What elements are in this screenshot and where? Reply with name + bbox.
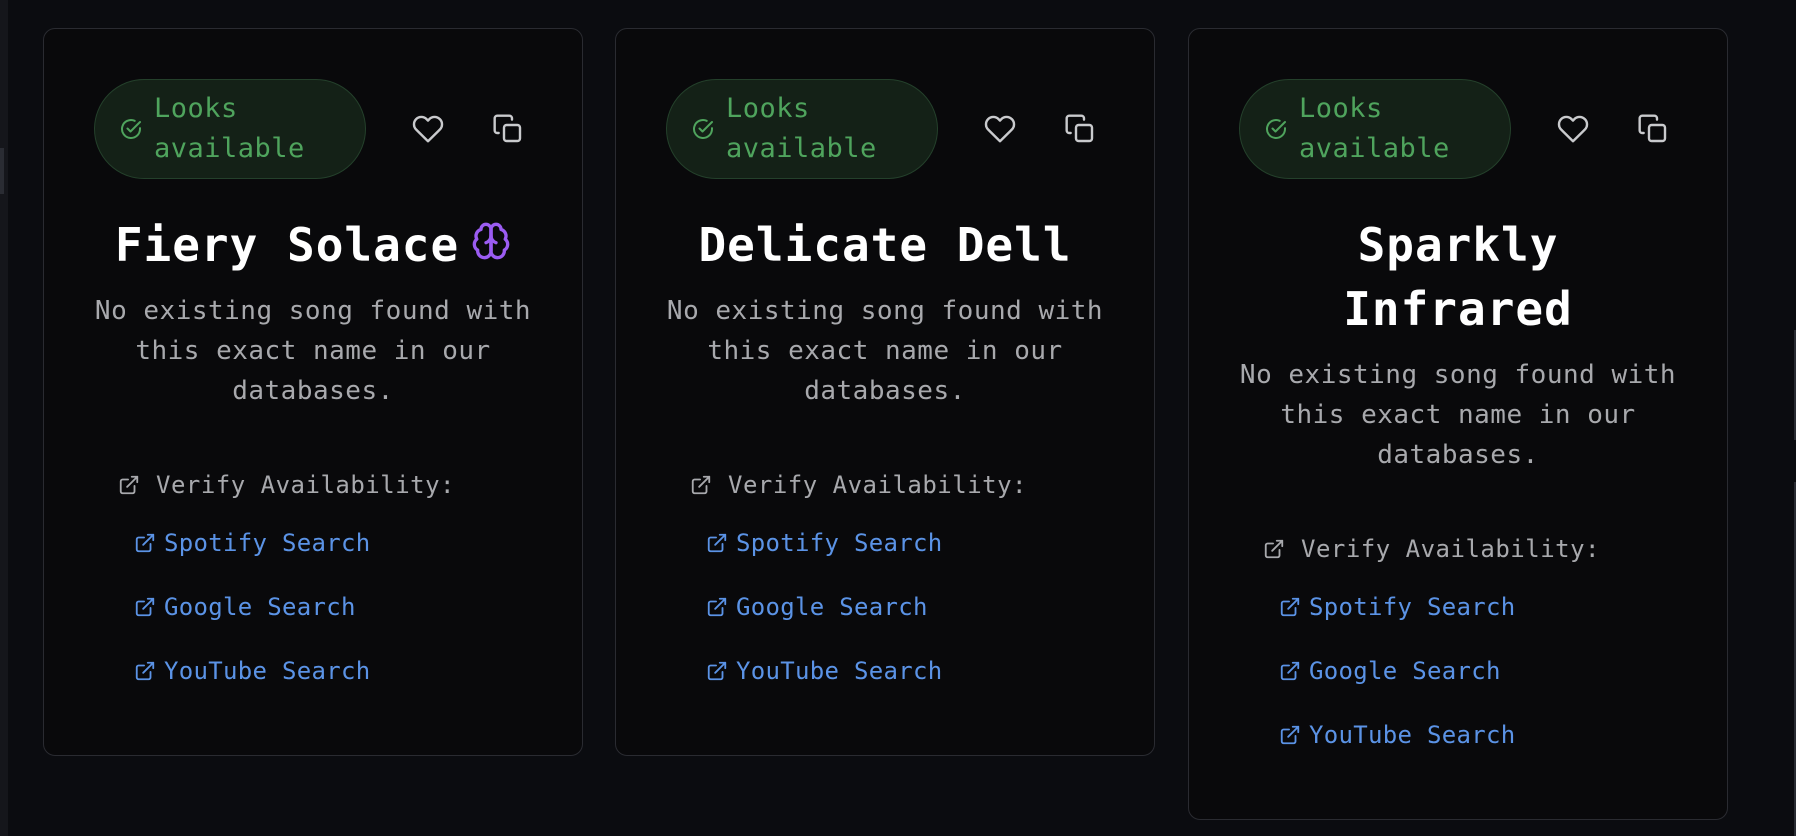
copy-icon (1064, 113, 1096, 145)
heart-icon (984, 113, 1016, 145)
external-link-icon (706, 596, 728, 618)
youtube-search-link[interactable]: YouTube Search (1279, 721, 1516, 749)
verify-availability-label: Verify Availability: (1263, 535, 1600, 563)
name-card: Looks available Fiery Solace No existing… (43, 28, 583, 756)
link-label: YouTube Search (736, 657, 943, 685)
search-result-description: No existing song found with this exact n… (1239, 360, 1677, 470)
external-link-icon (1279, 596, 1301, 618)
card-actions-row: Looks available (94, 79, 530, 179)
favorite-button[interactable] (1551, 107, 1595, 151)
verify-availability-label: Verify Availability: (690, 471, 1027, 499)
check-circle-icon (691, 117, 715, 141)
google-search-link[interactable]: Google Search (706, 593, 928, 621)
youtube-search-link[interactable]: YouTube Search (706, 657, 943, 685)
search-result-description: No existing song found with this exact n… (94, 296, 532, 406)
link-label: Spotify Search (736, 529, 943, 557)
link-label: Spotify Search (1309, 593, 1516, 621)
spotify-search-link[interactable]: Spotify Search (1279, 593, 1516, 621)
link-label: Google Search (1309, 657, 1501, 685)
verify-label-text: Verify Availability: (1301, 535, 1600, 563)
availability-status: Looks available (1299, 93, 1450, 164)
external-link-icon (134, 660, 156, 682)
google-search-link[interactable]: Google Search (134, 593, 356, 621)
song-name-title: Sparkly Infrared (1309, 213, 1607, 341)
name-card: Looks available Delicate Dell No existin… (615, 28, 1155, 756)
verify-label-text: Verify Availability: (156, 471, 455, 499)
heart-icon (412, 113, 444, 145)
favorite-button[interactable] (978, 107, 1022, 151)
check-circle-icon (119, 117, 143, 141)
search-result-description: No existing song found with this exact n… (666, 296, 1104, 406)
name-card: Looks available Sparkly Infrared No exis… (1188, 28, 1728, 820)
favorite-button[interactable] (406, 107, 450, 151)
availability-badge: Looks available (1239, 79, 1511, 179)
external-link-icon (706, 660, 728, 682)
song-name-title: Fiery Solace (64, 213, 562, 281)
card-actions-row: Looks available (1239, 79, 1675, 179)
external-link-icon (118, 474, 140, 496)
spotify-search-link[interactable]: Spotify Search (134, 529, 371, 557)
external-link-icon (1263, 538, 1285, 560)
left-panel-edge (0, 0, 8, 836)
availability-badge: Looks available (666, 79, 938, 179)
left-panel-handle[interactable] (0, 148, 4, 194)
song-name: Sparkly Infrared (1343, 218, 1573, 336)
song-name: Delicate Dell (698, 218, 1072, 272)
copy-button[interactable] (486, 107, 530, 151)
external-link-icon (706, 532, 728, 554)
copy-icon (1637, 113, 1669, 145)
link-label: Spotify Search (164, 529, 371, 557)
card-actions-row: Looks available (666, 79, 1102, 179)
link-label: YouTube Search (164, 657, 371, 685)
verify-availability-label: Verify Availability: (118, 471, 455, 499)
copy-button[interactable] (1631, 107, 1675, 151)
external-link-icon (1279, 660, 1301, 682)
link-label: Google Search (164, 593, 356, 621)
copy-icon (492, 113, 524, 145)
external-link-icon (690, 474, 712, 496)
song-name: Fiery Solace (114, 218, 460, 272)
availability-badge: Looks available (94, 79, 366, 179)
verify-label-text: Verify Availability: (728, 471, 1027, 499)
brain-icon (471, 213, 511, 277)
external-link-icon (1279, 724, 1301, 746)
check-circle-icon (1264, 117, 1288, 141)
heart-icon (1557, 113, 1589, 145)
availability-status: Looks available (726, 93, 877, 164)
spotify-search-link[interactable]: Spotify Search (706, 529, 943, 557)
external-link-icon (134, 532, 156, 554)
copy-button[interactable] (1058, 107, 1102, 151)
youtube-search-link[interactable]: YouTube Search (134, 657, 371, 685)
google-search-link[interactable]: Google Search (1279, 657, 1501, 685)
song-name-title: Delicate Dell (636, 213, 1134, 277)
availability-status: Looks available (154, 93, 305, 164)
external-link-icon (134, 596, 156, 618)
link-label: Google Search (736, 593, 928, 621)
link-label: YouTube Search (1309, 721, 1516, 749)
